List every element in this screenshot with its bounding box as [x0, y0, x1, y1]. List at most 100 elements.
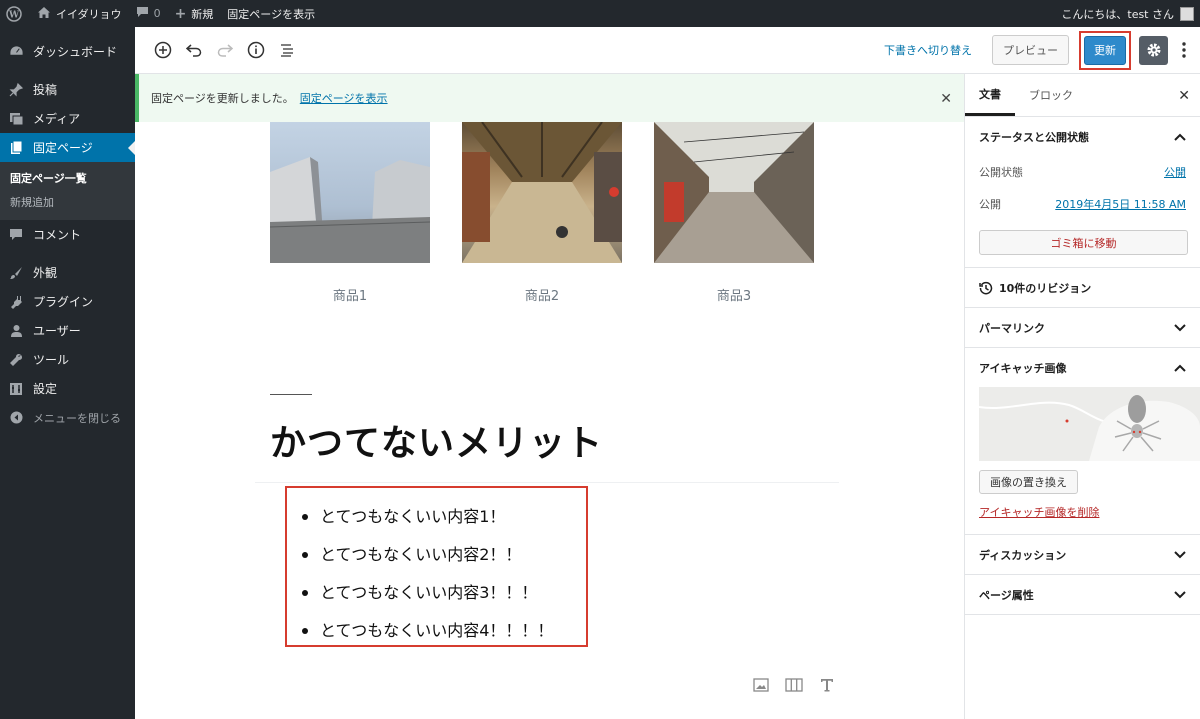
bullet-icon — [302, 628, 308, 634]
pages-submenu: 固定ページ一覧 新規追加 — [0, 162, 135, 220]
gallery-image-arcade — [462, 122, 622, 263]
featured-image-toggle[interactable]: アイキャッチ画像 — [979, 348, 1186, 387]
visibility-row: 公開状態 公開 — [979, 156, 1186, 188]
gallery-item[interactable]: 商品1 — [270, 122, 430, 304]
notice-view-page-link[interactable]: 固定ページを表示 — [300, 90, 388, 106]
replace-image-button[interactable]: 画像の置き換え — [979, 470, 1078, 494]
sidebar-item-tools[interactable]: ツール — [0, 345, 135, 374]
user-icon — [8, 323, 24, 339]
block-navigation-button[interactable] — [271, 35, 302, 66]
sidebar-item-plugins[interactable]: プラグイン — [0, 287, 135, 316]
close-icon[interactable]: ✕ — [940, 91, 952, 107]
settings-toggle-button[interactable] — [1139, 35, 1168, 65]
tab-document[interactable]: 文書 — [965, 74, 1015, 116]
comments-count: 0 — [153, 7, 161, 20]
history-icon — [979, 281, 993, 295]
collapse-menu-button[interactable]: メニューを閉じる — [0, 403, 135, 432]
list-block-outline — [255, 482, 839, 483]
list-item-text: とてつもなくいい内容1！ — [320, 507, 506, 526]
more-menu-button[interactable] — [1174, 36, 1194, 65]
sidebar-item-label: コメント — [33, 228, 82, 242]
panel-title: アイキャッチ画像 — [979, 361, 1067, 375]
redo-button[interactable] — [209, 35, 240, 66]
sidebar-item-pages[interactable]: 固定ページ — [0, 133, 135, 162]
wrench-icon — [8, 352, 24, 368]
image-block-icon[interactable] — [744, 674, 777, 696]
sidebar-item-appearance[interactable]: 外観 — [0, 258, 135, 287]
gallery-caption: 商品2 — [524, 289, 560, 304]
featured-image-panel: アイキャッチ画像 画像の置き換え アイキャッチ画像を削除 — [965, 348, 1200, 535]
new-label: 新規 — [191, 7, 214, 21]
sidebar-item-media[interactable]: メディア — [0, 104, 135, 133]
remove-featured-image-link[interactable]: アイキャッチ画像を削除 — [979, 504, 1186, 534]
chevron-up-icon — [1174, 364, 1186, 372]
redo-icon — [217, 44, 233, 57]
list-item[interactable]: とてつもなくいい内容2！！ — [302, 536, 586, 574]
new-content-link[interactable]: + 新規 — [168, 0, 221, 27]
gallery-caption: 商品3 — [716, 289, 752, 304]
dashboard-icon — [8, 44, 24, 60]
sidebar-item-dashboard[interactable]: ダッシュボード — [0, 37, 135, 66]
update-button[interactable]: 更新 — [1084, 35, 1126, 65]
gallery-block[interactable]: 商品1 商品2 商品3 — [270, 122, 846, 304]
comments-link[interactable]: 0 — [129, 0, 168, 27]
chevron-down-icon — [1174, 590, 1186, 598]
visibility-label: 公開状態 — [979, 166, 1023, 179]
media-icon — [8, 111, 24, 127]
permalink-toggle[interactable]: パーマリンク — [979, 308, 1186, 347]
move-to-trash-button[interactable]: ゴミ箱に移動 — [979, 230, 1188, 255]
admin-sidebar: ダッシュボード 投稿 メディア 固定ページ 固定ページ一覧 新規追加 コメント … — [0, 27, 135, 719]
sidebar-item-label: ツール — [33, 353, 70, 367]
visibility-toggle-link[interactable]: 公開 — [1164, 164, 1186, 180]
switch-to-draft-button[interactable]: 下書きへ切り替え — [884, 42, 972, 58]
status-visibility-toggle[interactable]: ステータスと公開状態 — [979, 117, 1186, 156]
settings-sidebar: 文書 ブロック ✕ ステータスと公開状態 公開状態 公開 公開 2019年4月5… — [964, 74, 1200, 719]
gallery-image-street — [654, 122, 814, 263]
wordpress-logo-icon[interactable]: W — [0, 0, 30, 27]
gallery-item[interactable]: 商品3 — [654, 122, 814, 304]
revisions-link[interactable]: 10件のリビジョン — [979, 268, 1186, 307]
site-name: イイダリョウ — [56, 7, 122, 21]
text-block-icon[interactable] — [810, 674, 843, 696]
info-button[interactable] — [240, 35, 271, 66]
permalink-panel: パーマリンク — [965, 308, 1200, 348]
columns-block-icon[interactable] — [777, 674, 810, 696]
list-block[interactable]: とてつもなくいい内容1！ とてつもなくいい内容2！！ とてつもなくいい内容3！！… — [285, 486, 588, 647]
discussion-toggle[interactable]: ディスカッション — [979, 535, 1186, 574]
page-attributes-toggle[interactable]: ページ属性 — [979, 575, 1186, 614]
revisions-label: 10件のリビジョン — [999, 281, 1092, 295]
heading-block[interactable]: かつてないメリット — [270, 414, 603, 466]
plus-icon: + — [174, 5, 187, 22]
home-icon — [37, 6, 51, 22]
list-item[interactable]: とてつもなくいい内容4！！！！ — [302, 612, 586, 650]
chevron-down-icon — [1174, 323, 1186, 331]
close-icon[interactable]: ✕ — [1178, 88, 1190, 104]
preview-button[interactable]: プレビュー — [992, 35, 1069, 65]
tab-block[interactable]: ブロック — [1015, 74, 1087, 116]
sidebar-item-users[interactable]: ユーザー — [0, 316, 135, 345]
sidebar-item-posts[interactable]: 投稿 — [0, 75, 135, 104]
sidebar-item-comments[interactable]: コメント — [0, 220, 135, 249]
submenu-add-new[interactable]: 新規追加 — [0, 190, 135, 214]
list-item-text: とてつもなくいい内容4！！！！ — [320, 621, 554, 640]
settings-icon — [8, 381, 24, 397]
bullet-icon — [302, 552, 308, 558]
sidebar-item-label: 固定ページ — [33, 141, 93, 155]
featured-image-preview[interactable] — [979, 387, 1200, 461]
list-item[interactable]: とてつもなくいい内容1！ — [302, 498, 586, 536]
panel-title: ページ属性 — [979, 588, 1034, 602]
sidebar-tabs: 文書 ブロック ✕ — [965, 74, 1200, 117]
add-block-button[interactable] — [147, 35, 178, 66]
greeting: こんにちは、test さん — [1061, 7, 1174, 21]
account-menu[interactable]: こんにちは、test さん — [1054, 0, 1200, 27]
undo-button[interactable] — [178, 35, 209, 66]
publish-date-link[interactable]: 2019年4月5日 11:58 AM — [1055, 196, 1186, 212]
list-item[interactable]: とてつもなくいい内容3！！！ — [302, 574, 586, 612]
separator-block[interactable] — [270, 394, 312, 395]
submenu-all-pages[interactable]: 固定ページ一覧 — [0, 166, 135, 190]
gallery-item[interactable]: 商品2 — [462, 122, 622, 304]
site-name-link[interactable]: イイダリョウ — [30, 0, 129, 27]
view-page-link[interactable]: 固定ページを表示 — [220, 0, 322, 27]
panel-title: ステータスと公開状態 — [979, 130, 1089, 144]
sidebar-item-settings[interactable]: 設定 — [0, 374, 135, 403]
